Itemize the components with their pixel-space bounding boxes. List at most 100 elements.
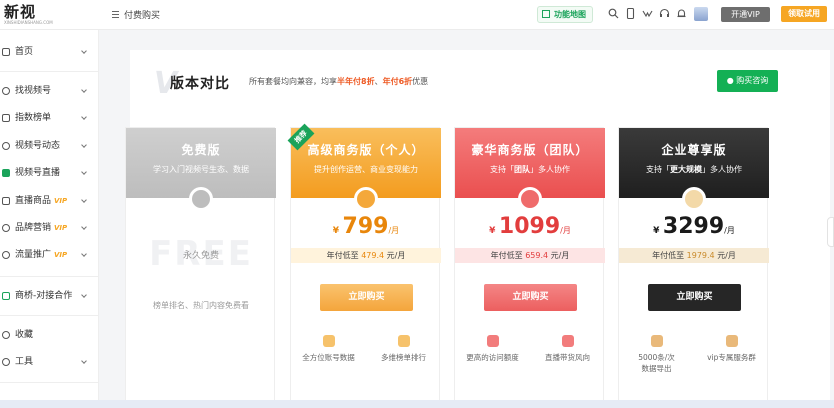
plan-card-free: 免费版 学习入门视频号生态、数据 FREE 永久免费 榜单排名、热门内容免费看: [125, 127, 276, 407]
goods-icon: [2, 197, 10, 205]
buy-now-button[interactable]: 立即购买: [484, 284, 577, 311]
brand-icon: [2, 224, 10, 232]
plan-card-personal: 高级商务版（个人） 提升创作运营、商业变现能力 推荐 ¥ 799/月 年付低至 …: [287, 123, 441, 407]
price-currency: ¥: [489, 226, 496, 236]
feature-item: 直播带货风向: [530, 335, 605, 363]
chevron-down-icon: [81, 169, 87, 175]
feature-item: 全方位账号数据: [291, 335, 366, 363]
annual-suffix: 元/月: [386, 251, 406, 260]
get-trial-button[interactable]: 领取试用: [781, 6, 827, 22]
sidebar-item-label: 直播商品 VIP: [15, 191, 67, 211]
side-drawer-handle[interactable]: [827, 217, 834, 247]
live-icon: [2, 169, 10, 177]
sidebar-item-label: 工具: [15, 357, 34, 367]
mobile-icon[interactable]: [625, 7, 636, 20]
sidebar-item-home[interactable]: 首页: [0, 42, 99, 62]
headset-icon[interactable]: [659, 8, 670, 19]
chevron-down-icon: [81, 114, 87, 120]
annual-price: 479.4: [361, 251, 385, 260]
avatar[interactable]: [694, 7, 708, 21]
plan-badge-icon: [354, 187, 378, 211]
plan-desc: 学习入门视频号生态、数据: [153, 165, 249, 174]
vip-badge: VIP: [54, 224, 68, 232]
sidebar-item-label: 流量推广 VIP: [15, 245, 67, 265]
logo-text: 新视: [4, 3, 37, 21]
price-currency: ¥: [653, 226, 660, 236]
bridge-icon: [2, 292, 10, 300]
price-unit: /月: [724, 226, 735, 235]
open-vip-button[interactable]: 开通VIP: [721, 7, 770, 22]
buy-now-button[interactable]: 立即购买: [320, 284, 413, 311]
purchase-consult-button[interactable]: ● 购买咨询: [717, 70, 778, 92]
sidebar-item-label: 指数榜单: [15, 113, 52, 123]
sidebar-item-live-goods[interactable]: 直播商品 VIP: [0, 191, 99, 211]
feature-label: 全方位账号数据: [302, 353, 355, 362]
sidebar-item-label: 视频号动态: [15, 141, 61, 151]
sidebar-item-index-rank[interactable]: 指数榜单: [0, 108, 99, 128]
chevron-down-icon: [81, 48, 87, 54]
sidebar-divider: [0, 276, 99, 277]
vip-badge: VIP: [54, 251, 68, 259]
main-content: V 版本对比 所有套餐均向兼容，均享半年付8折、年付6折优惠 ● 购买咨询 免费…: [103, 30, 834, 408]
plan-name: 企业尊享版: [661, 143, 727, 157]
desc-prefix: 支持「: [646, 165, 670, 174]
home-icon: [2, 48, 10, 56]
annual-discount: 年付6折: [382, 77, 413, 86]
tool-icon: [2, 358, 10, 366]
sidebar-item-tools[interactable]: 工具: [0, 352, 99, 372]
price-currency: ¥: [332, 226, 340, 236]
sidebar-item-label: 视频号直播: [15, 168, 61, 178]
feature-item: 更高的访问额度: [455, 335, 530, 363]
plan-price: ¥ 799/月: [291, 214, 441, 239]
feature-label: vip专属服务群: [707, 353, 756, 362]
rank-icon: [397, 335, 410, 347]
sidebar-item-favorites[interactable]: 收藏: [0, 325, 99, 345]
sidebar-item-find-channel[interactable]: 找视频号: [0, 81, 99, 101]
sidebar-item-label: 找视频号: [15, 86, 52, 96]
plan-card-enterprise: 企业尊享版 支持「更大规模」多人协作 ¥ 3299/月 年付低至 1979.4 …: [618, 127, 769, 407]
annual-prefix: 年付低至: [652, 251, 685, 260]
sidebar-item-business-bridge[interactable]: 商桥-对接合作: [0, 286, 99, 306]
annual-price-strip: 年付低至 479.4 元/月: [291, 248, 441, 263]
sidebar-item-text: 直播商品: [15, 196, 52, 206]
plan-badge-icon: [518, 187, 542, 211]
discount-separator: 、: [374, 77, 383, 86]
logo[interactable]: 新视 XINSHIDIANSHANG.COM: [4, 4, 53, 25]
annual-suffix: 元/月: [717, 251, 736, 260]
sidebar-item-text: 品牌营销: [15, 223, 52, 233]
grid-icon: [542, 10, 550, 18]
annual-price: 1979.4: [686, 251, 715, 260]
mini-program-icon[interactable]: [642, 8, 653, 19]
plan-name: 豪华商务版（团队）: [471, 143, 589, 157]
price-value: 1099: [498, 214, 561, 239]
chevron-down-icon: [81, 197, 87, 203]
sidebar-divider: [0, 71, 99, 72]
sidebar: 首页 找视频号 指数榜单 视频号动态 视频号直播 直播商品 VIP 品牌营销 VIP…: [0, 30, 99, 408]
breadcrumb: 付费购买: [124, 11, 161, 21]
feature-map-button[interactable]: 功能地图: [537, 6, 593, 23]
sidebar-item-channel-live[interactable]: 视频号直播: [0, 163, 99, 183]
feature-item: 多维榜单排行: [366, 335, 441, 363]
feature-label: 更高的访问额度: [466, 353, 519, 362]
plan-price: ¥ 3299/月: [619, 214, 769, 239]
desc-suffix: 」多人协作: [702, 165, 742, 174]
sidebar-item-text: 流量推广: [15, 250, 52, 260]
plan-desc: 支持「团队」多人协作: [455, 164, 605, 175]
chevron-down-icon: [81, 224, 87, 230]
desc-prefix: 支持「: [490, 165, 514, 174]
plan-name: 免费版: [181, 143, 221, 157]
buy-now-button[interactable]: 立即购买: [648, 284, 741, 311]
sidebar-item-brand-marketing[interactable]: 品牌营销 VIP: [0, 218, 99, 238]
search-icon: [2, 87, 10, 95]
search-icon[interactable]: [608, 8, 619, 19]
sidebar-item-label: 首页: [15, 47, 34, 57]
traffic-icon: [2, 251, 10, 259]
feature-label: 直播带货风向: [545, 353, 590, 362]
feature-label: 5000条/次 数据导出: [638, 353, 675, 373]
sidebar-item-traffic-promotion[interactable]: 流量推广 VIP: [0, 245, 99, 265]
sidebar-item-channel-feed[interactable]: 视频号动态: [0, 136, 99, 156]
sidebar-item-label: 品牌营销 VIP: [15, 218, 67, 238]
plan-desc: 提升创作运营、商业变现能力: [314, 165, 418, 174]
menu-icon[interactable]: [112, 11, 119, 18]
bell-icon[interactable]: [676, 8, 687, 19]
